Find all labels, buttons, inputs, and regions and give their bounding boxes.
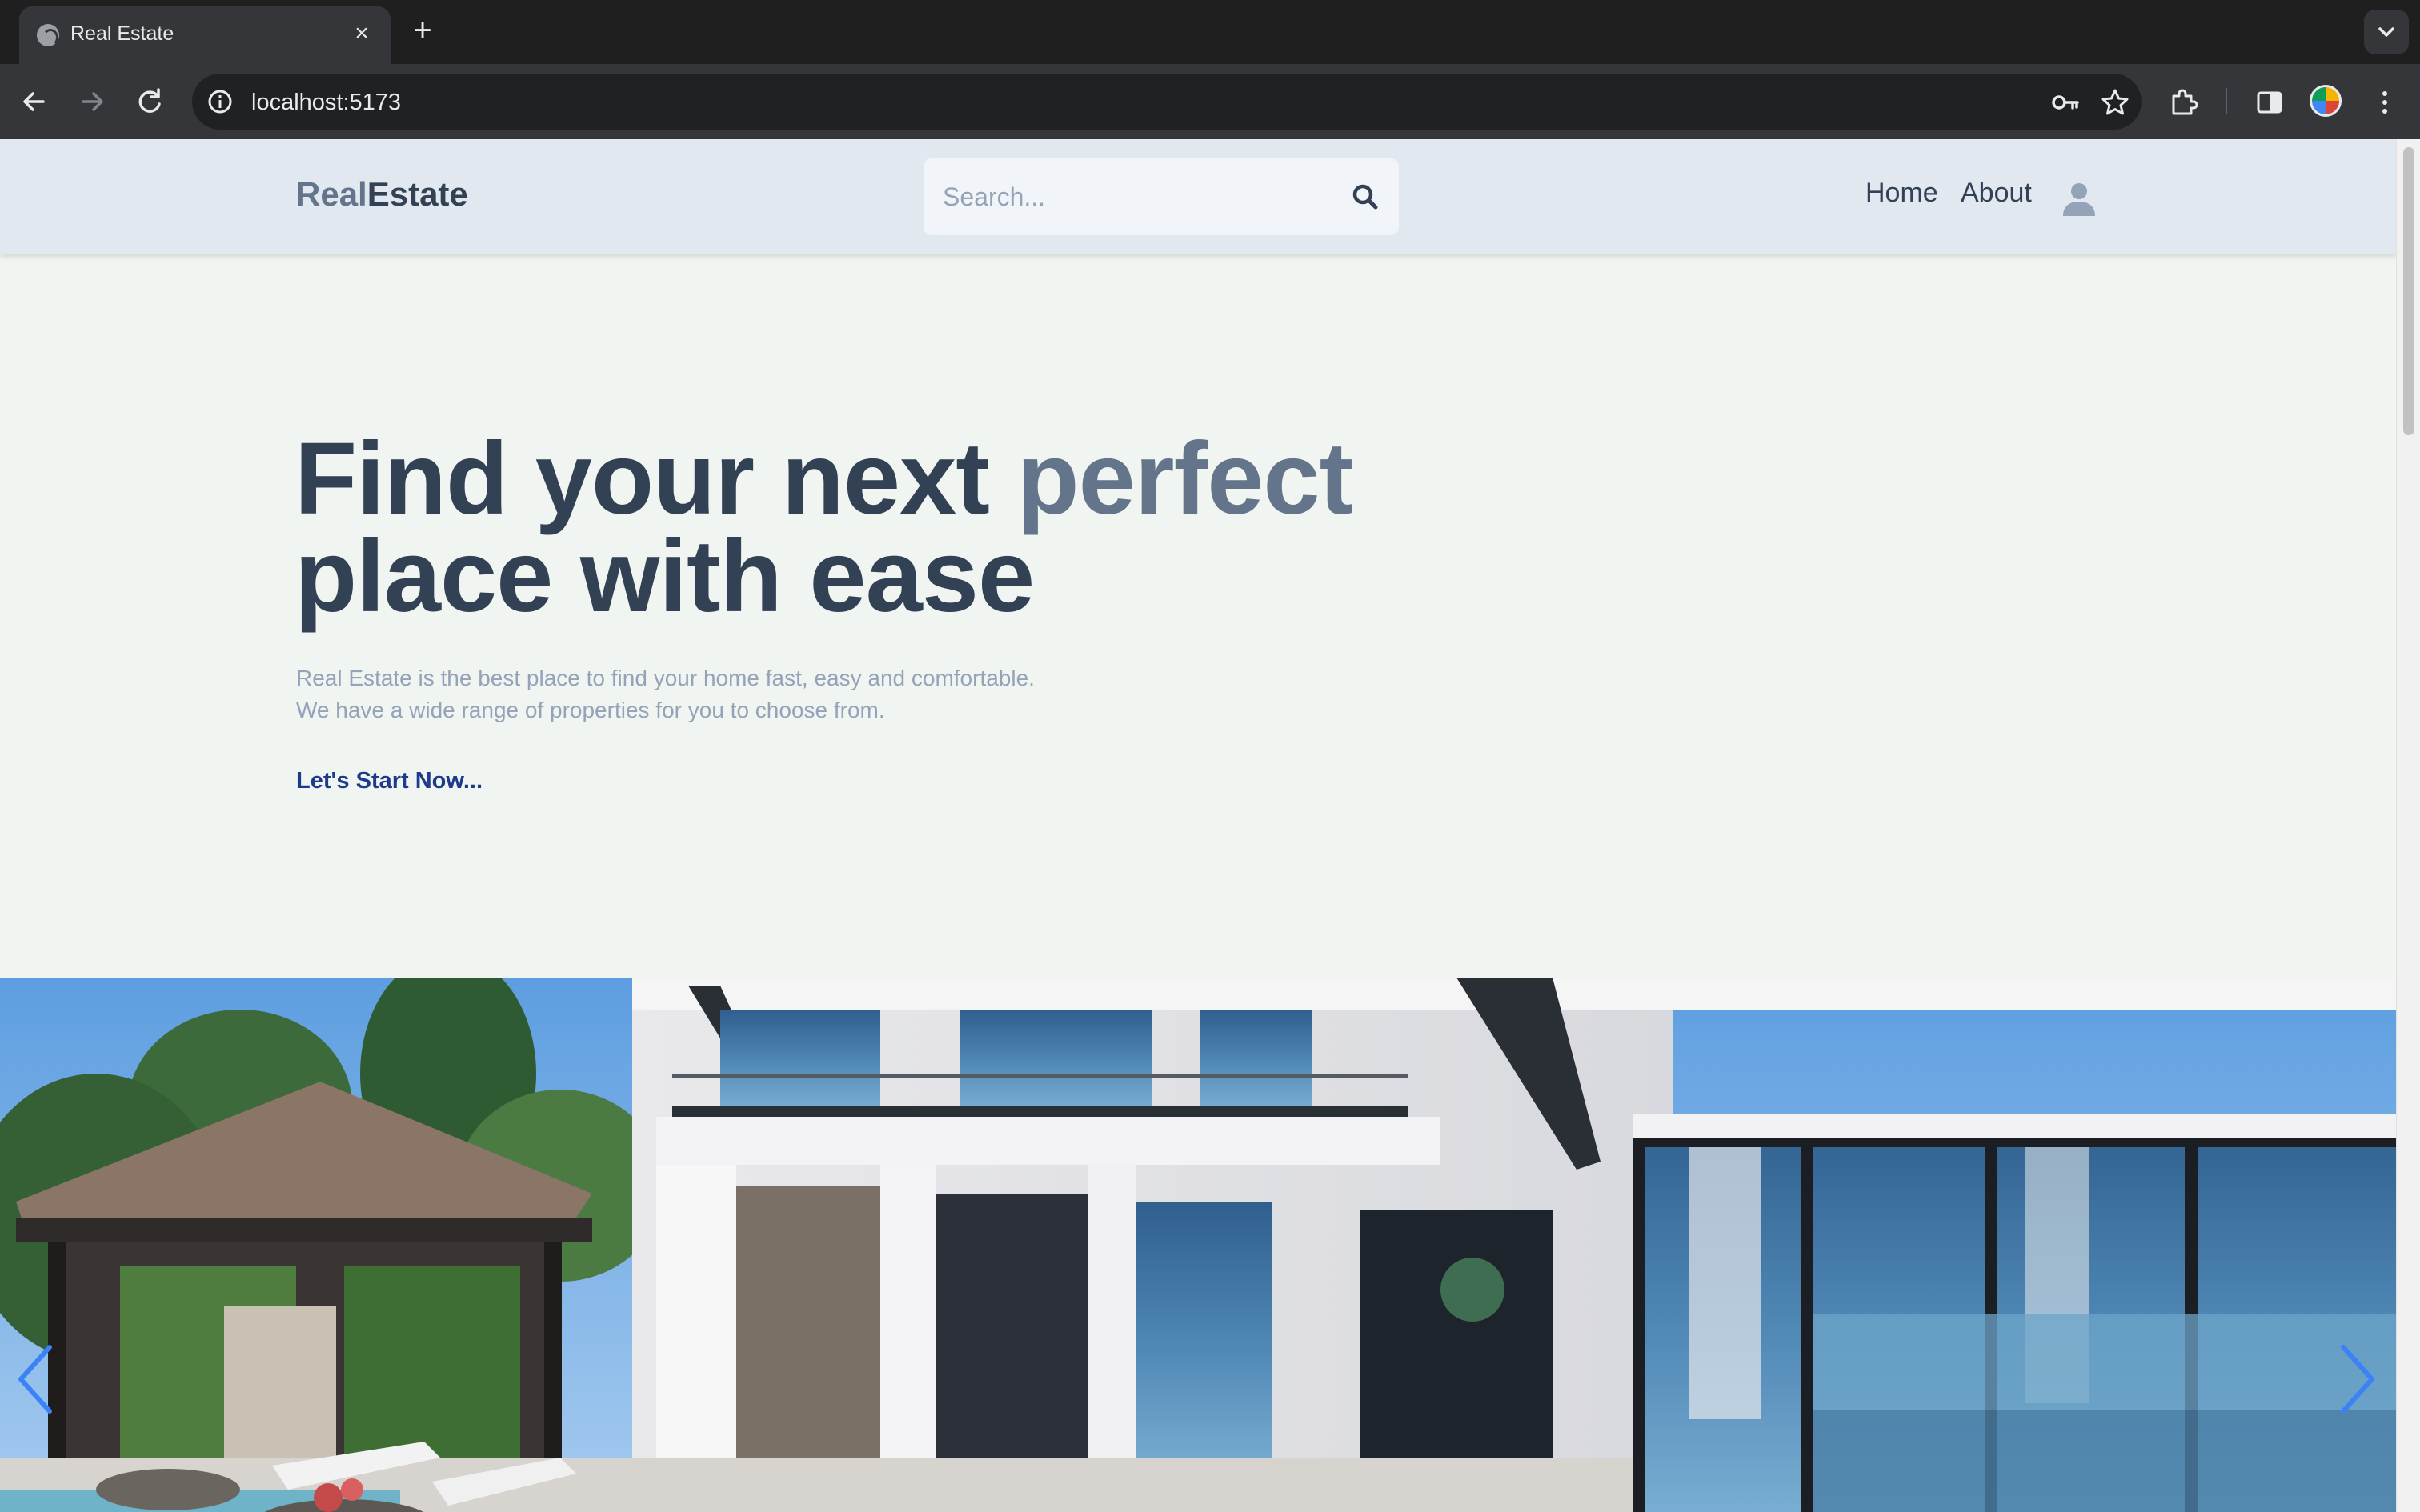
chevron-right-icon[interactable] (2332, 1339, 2380, 1419)
password-key-icon[interactable] (2050, 87, 2081, 118)
search-form (924, 158, 1399, 235)
search-icon[interactable] (1351, 182, 1380, 211)
hero-description: Real Estate is the best place to find yo… (296, 662, 1176, 726)
nav-about-link[interactable]: About (1961, 179, 2032, 206)
site-header: RealEstate Home About (0, 139, 2396, 254)
site-info-icon[interactable] (206, 88, 234, 115)
back-icon[interactable] (16, 83, 53, 120)
new-tab-icon[interactable]: + (407, 14, 439, 46)
start-now-link[interactable]: Let's Start Now... (296, 768, 483, 794)
logo-part-real: Real (296, 175, 367, 213)
page-viewport: RealEstate Home About Find your next per… (0, 139, 2420, 1512)
listing-image-slider (0, 978, 2396, 1512)
more-menu-icon[interactable] (2369, 86, 2401, 118)
extensions-icon[interactable] (2167, 86, 2199, 118)
scrollbar-thumb[interactable] (2403, 147, 2414, 435)
side-panel-icon[interactable] (2254, 86, 2286, 118)
address-bar[interactable]: localhost:5173 (192, 74, 2142, 130)
search-input[interactable] (943, 178, 1319, 216)
profile-avatar[interactable] (2310, 85, 2342, 117)
hero-description-line1: Real Estate is the best place to find yo… (296, 666, 1035, 690)
browser-tab[interactable]: Real Estate × (19, 6, 391, 64)
browser-toolbar: localhost:5173 (0, 64, 2420, 139)
forward-icon[interactable] (74, 83, 110, 120)
user-avatar-icon[interactable] (2060, 179, 2098, 218)
logo-part-estate: Estate (367, 175, 468, 213)
tab-search-button[interactable] (2364, 10, 2409, 54)
globe-icon (37, 24, 59, 46)
tab-title: Real Estate (70, 22, 174, 45)
chevron-down-icon (2378, 27, 2394, 37)
page-scrollbar[interactable] (2396, 139, 2420, 1512)
hero-title-accent: perfect (1016, 422, 1353, 536)
close-tab-icon[interactable]: × (347, 19, 376, 48)
chevron-left-icon[interactable] (13, 1339, 61, 1419)
toolbar-separator (2226, 88, 2227, 114)
browser-tab-bar: Real Estate × + (0, 0, 2420, 64)
house-photo (0, 978, 2396, 1512)
hero-description-line2: We have a wide range of properties for y… (296, 698, 885, 722)
nav-home-link[interactable]: Home (1865, 179, 1938, 206)
reload-icon[interactable] (131, 83, 168, 120)
url-text: localhost:5173 (251, 90, 402, 115)
bookmark-star-icon[interactable] (2100, 87, 2130, 118)
site-logo[interactable]: RealEstate (296, 178, 468, 211)
hero-title-part2: place with ease (294, 519, 1035, 634)
hero-title: Find your next perfect place with ease (294, 428, 1415, 628)
